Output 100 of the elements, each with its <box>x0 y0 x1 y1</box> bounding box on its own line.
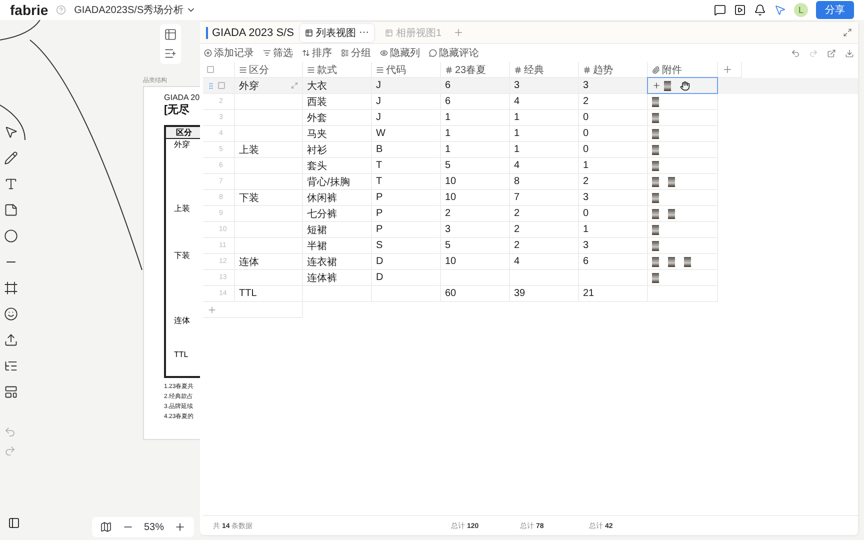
table-cell-text: 大衣 <box>307 80 327 92</box>
table-cell: D <box>376 272 384 283</box>
table-cell: 1 <box>445 128 451 139</box>
grid-icon <box>304 28 313 36</box>
toolbar-button[interactable]: 隐藏列 <box>380 46 420 60</box>
toolbar-button[interactable]: 添加记录 <box>204 46 254 60</box>
table-cell-text: 外穿 <box>173 139 191 151</box>
table-cell: 10 <box>445 176 456 187</box>
pointer-icon[interactable] <box>4 125 18 139</box>
table-cell-text: 套头 <box>307 160 327 172</box>
table-cell-text: 连衣裙 <box>307 256 337 268</box>
share-button[interactable]: 分享 <box>816 1 854 19</box>
map-icon[interactable] <box>100 521 112 533</box>
table-cell: P <box>376 208 383 219</box>
table-icon[interactable] <box>164 28 177 41</box>
list-add-icon[interactable] <box>164 47 177 60</box>
sidebar-icon[interactable] <box>8 517 20 529</box>
table-cell: S <box>376 240 383 251</box>
expand-icon[interactable] <box>843 28 852 37</box>
table-cell: 10 <box>445 192 456 203</box>
table-cell: 2 <box>583 96 589 107</box>
table-cell: 21 <box>583 288 594 299</box>
table-cell: 1 <box>583 224 589 235</box>
table-cell-text: 七分裤 <box>307 208 337 220</box>
bell-icon[interactable] <box>754 4 766 16</box>
expand-row-icon[interactable] <box>291 82 298 89</box>
table-cell: 1 <box>583 160 589 171</box>
table-cell: 1 <box>514 144 520 155</box>
toolbar-button[interactable]: 隐藏评论 <box>429 46 479 60</box>
download-icon[interactable] <box>845 48 854 58</box>
text-icon[interactable] <box>4 177 18 191</box>
column-header[interactable]: 款式 <box>307 62 337 76</box>
smile-icon[interactable] <box>4 307 18 321</box>
table-cell: 0 <box>583 144 589 155</box>
table-cell-text: 连体 <box>173 315 191 328</box>
table-cell: 1 <box>514 128 520 139</box>
table-cell-text: 连体 <box>239 256 259 268</box>
column-header[interactable]: 趋势 <box>583 62 613 76</box>
table-cell: P <box>376 192 383 203</box>
table-cell: 3 <box>445 224 451 235</box>
table-cell: 8 <box>514 176 520 187</box>
group-icon <box>341 49 349 57</box>
comment-icon[interactable] <box>714 4 726 16</box>
play-icon[interactable] <box>734 4 746 16</box>
undo-icon[interactable] <box>791 48 800 58</box>
table-cell: 10 <box>445 256 456 267</box>
checkbox[interactable] <box>207 66 214 73</box>
upload-icon[interactable] <box>4 333 18 347</box>
table-cell-text: 短裙 <box>307 224 327 236</box>
column-header[interactable]: 区分 <box>239 62 269 76</box>
table-cell: TTL <box>239 288 257 299</box>
table-cell-text: 衬衫 <box>307 144 327 156</box>
eye-icon <box>380 49 388 57</box>
column-header[interactable]: 附件 <box>652 62 682 76</box>
toolbar-button[interactable]: 分组 <box>341 46 371 60</box>
pen-icon[interactable] <box>4 151 18 165</box>
drag-handle-icon[interactable] <box>207 82 215 90</box>
add-icon <box>204 49 212 57</box>
toolbar-button[interactable]: 排序 <box>302 46 332 60</box>
paperclip-icon <box>652 66 660 74</box>
sticky-note-icon[interactable] <box>4 203 18 217</box>
toolbar-button[interactable]: 筛选 <box>263 46 293 60</box>
table-cell: B <box>376 144 383 155</box>
user-avatar[interactable]: L <box>794 3 808 17</box>
filter-icon <box>263 49 271 57</box>
table-cell-text: TTL <box>173 350 190 361</box>
table-cell: W <box>376 128 386 139</box>
table-row[interactable]: 外穿 大衣 J 6 3 3 <box>203 78 858 94</box>
tree-icon[interactable] <box>4 359 18 373</box>
zoom-in-icon[interactable] <box>174 521 186 533</box>
logo[interactable]: fabrie <box>10 2 48 18</box>
template-icon[interactable] <box>4 385 18 399</box>
checkbox[interactable] <box>218 82 225 89</box>
column-header[interactable]: 23春夏 <box>445 62 486 76</box>
table-cell-text: 上装 <box>239 144 259 156</box>
table-cell: J <box>376 112 381 123</box>
table-cell-text: 西装 <box>307 96 327 108</box>
table-cell-text: 下装 <box>173 250 191 262</box>
table-cell-text: 半裙 <box>307 240 327 252</box>
document-title[interactable]: GIADA2023S/S秀场分析 <box>74 3 196 17</box>
grid-icon <box>384 28 393 36</box>
column-header[interactable]: 代码 <box>376 62 406 76</box>
view-tab[interactable]: 列表视图 ··· <box>300 24 374 42</box>
table-cell: 39 <box>514 288 526 299</box>
table-cell-text: 下装 <box>239 192 259 204</box>
table-cell: 3 <box>514 80 520 91</box>
circle-icon[interactable] <box>4 229 18 243</box>
table-header: 区分 <box>166 127 200 139</box>
text-field-icon <box>307 66 315 74</box>
table-cell: 0 <box>583 208 589 219</box>
table-cell: 6 <box>445 80 451 91</box>
table-cell: 5 <box>445 160 451 171</box>
add-attachment-icon[interactable] <box>652 81 661 90</box>
number-field-icon <box>583 66 591 74</box>
frame-icon[interactable] <box>4 281 18 295</box>
table-cell: 3 <box>583 80 589 91</box>
open-icon[interactable] <box>827 48 836 58</box>
board-subtitle: [无尽 <box>164 103 191 117</box>
column-header[interactable]: 经典 <box>514 62 544 76</box>
sheet-title: GIADA 2023 S/S <box>206 26 294 38</box>
